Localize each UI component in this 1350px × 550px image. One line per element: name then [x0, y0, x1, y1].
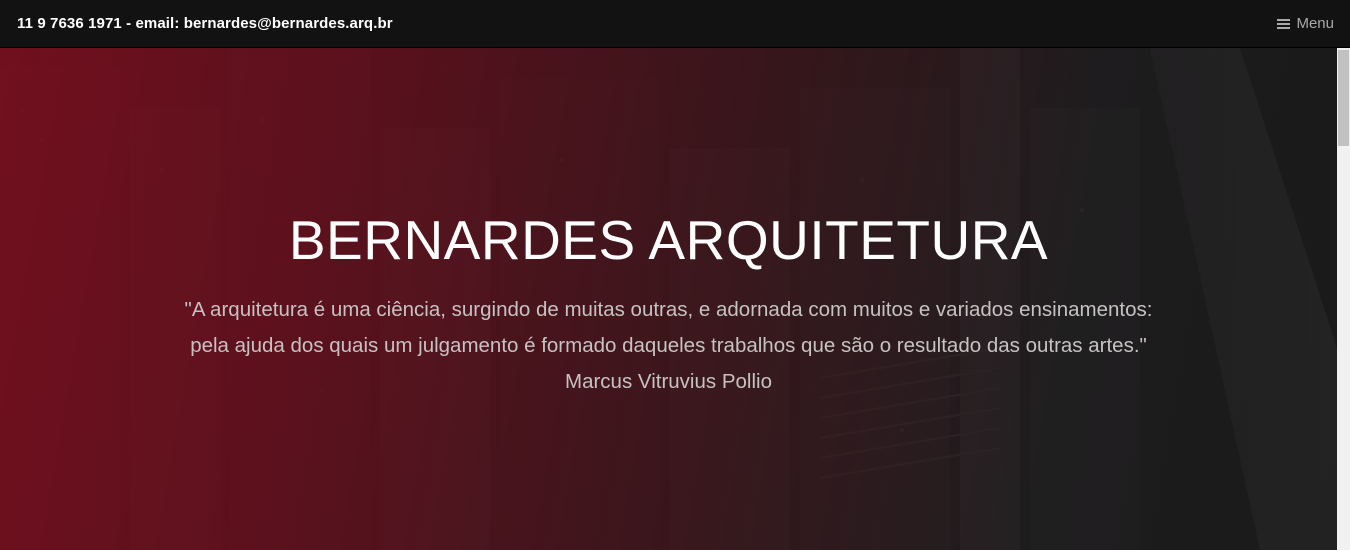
- page: 11 9 7636 1971 - email: bernardes@bernar…: [0, 0, 1350, 550]
- quote-author: Marcus Vitruvius Pollio: [565, 370, 772, 393]
- hamburger-icon: [1277, 18, 1291, 29]
- contact-info: 11 9 7636 1971 - email: bernardes@bernar…: [17, 15, 393, 32]
- quote-line-2: pela ajuda dos quais um julgamento é for…: [190, 334, 1147, 357]
- page-scrollbar[interactable]: [1337, 48, 1350, 550]
- hero-title: BERNARDES ARQUITETURA: [288, 209, 1049, 271]
- quote-line-1: "A arquitetura é uma ciência, surgindo d…: [184, 298, 1153, 321]
- scrollbar-thumb[interactable]: [1338, 50, 1349, 146]
- hero-section: BERNARDES ARQUITETURA "A arquitetura é u…: [0, 48, 1337, 550]
- menu-label: Menu: [1296, 15, 1334, 32]
- hero-quote: "A arquitetura é uma ciência, surgindo d…: [0, 292, 1337, 400]
- top-navbar: 11 9 7636 1971 - email: bernardes@bernar…: [0, 0, 1350, 48]
- hero-content: BERNARDES ARQUITETURA "A arquitetura é u…: [0, 48, 1337, 550]
- menu-button[interactable]: Menu: [1277, 15, 1334, 32]
